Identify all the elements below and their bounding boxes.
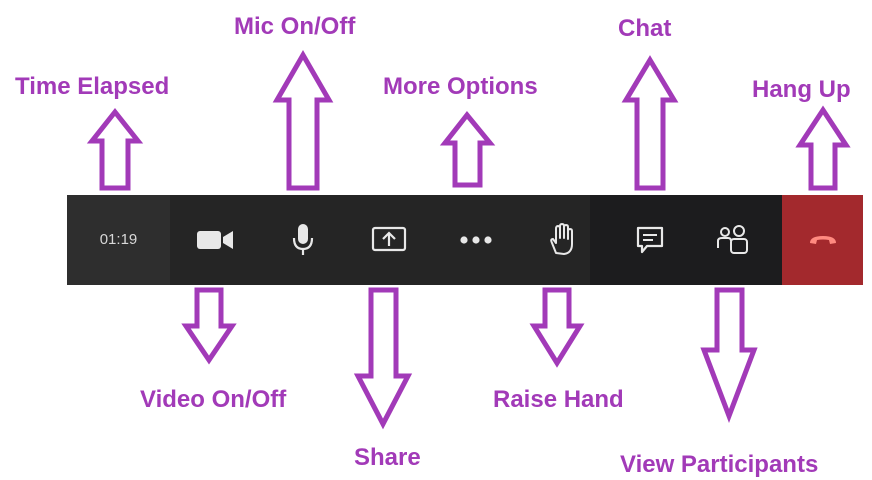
video-button[interactable] [184,195,246,285]
arrow-up-time [86,107,144,191]
hang-up-button[interactable] [782,195,863,285]
arrow-down-share [353,287,413,430]
more-dots-icon [460,236,492,244]
mic-button[interactable] [273,195,333,285]
arrow-up-more [439,111,496,188]
share-button[interactable] [357,195,421,285]
arrow-up-chat [621,55,679,191]
chat-bubble-icon [636,226,664,254]
participants-button[interactable] [701,195,765,285]
microphone-icon [292,224,314,255]
arrow-down-video [181,287,237,365]
arrow-down-participants [700,287,758,424]
chat-button[interactable] [618,195,682,285]
people-icon [717,225,748,254]
raise-hand-button[interactable] [530,195,592,285]
phone-hangup-icon [809,236,836,244]
time-elapsed: 01:19 [99,231,138,248]
share-screen-icon [371,226,407,252]
more-options-button[interactable] [445,195,507,285]
arrow-up-hangup [795,105,851,191]
arrow-down-raise [529,287,585,368]
hand-icon [550,223,573,255]
call-toolbar: 01:19 [67,195,863,285]
arrow-up-mic [272,50,334,191]
video-camera-icon [197,231,233,249]
